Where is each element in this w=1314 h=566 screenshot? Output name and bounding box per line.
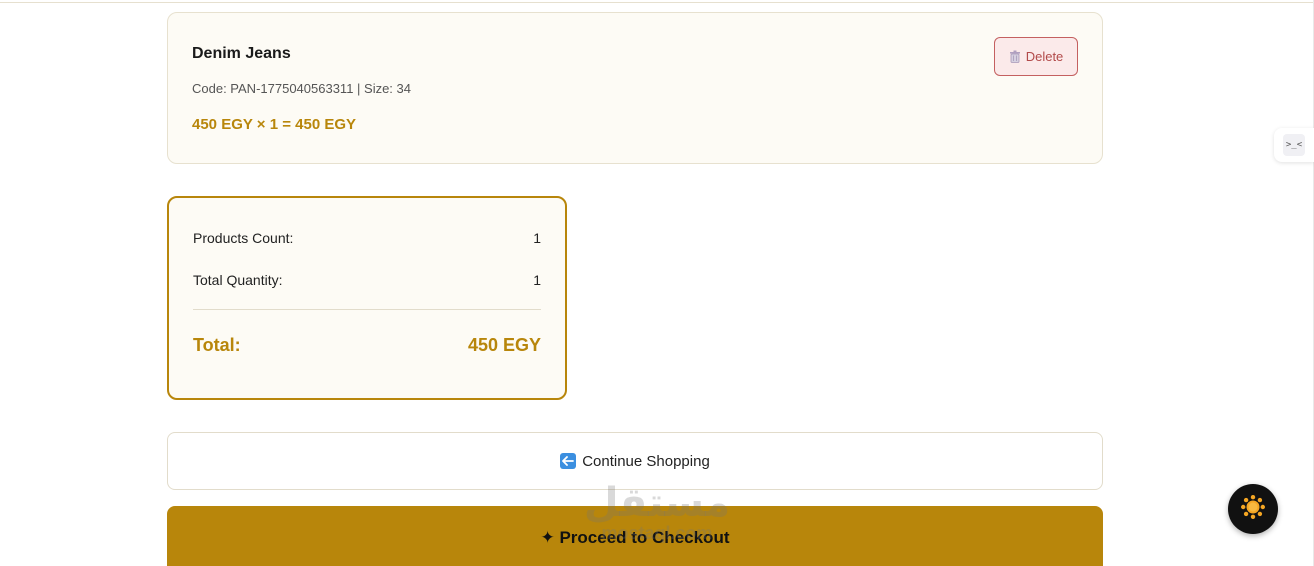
extension-icon: >_<: [1283, 134, 1305, 156]
left-arrow-icon: [560, 453, 577, 469]
product-price-line: 450 EGY × 1 = 450 EGY: [192, 116, 357, 133]
total-label: Total:: [193, 335, 241, 355]
top-divider: [0, 0, 1314, 3]
summary-row-products-count: Products Count: 1: [193, 230, 541, 246]
product-name: Denim Jeans: [192, 45, 291, 62]
order-summary-card: Products Count: 1 Total Quantity: 1 Tota…: [167, 196, 567, 400]
theme-toggle-button[interactable]: [1228, 484, 1278, 534]
product-code-size: Code: PAN-1775040563311 | Size: 34: [192, 81, 411, 96]
cart-item-card: Denim Jeans Code: PAN-1775040563311 | Si…: [167, 12, 1103, 164]
side-extension-tab[interactable]: >_<: [1274, 128, 1314, 162]
proceed-to-checkout-button[interactable]: ✦ Proceed to Checkout: [167, 506, 1103, 566]
summary-divider: [193, 309, 541, 310]
products-count-value: 1: [533, 230, 541, 246]
trash-icon: [1009, 50, 1021, 63]
summary-row-total-quantity: Total Quantity: 1: [193, 272, 541, 288]
checkout-label: ✦ Proceed to Checkout: [540, 528, 730, 547]
sun-icon: [1240, 494, 1266, 525]
delete-button[interactable]: Delete: [994, 37, 1078, 76]
total-quantity-value: 1: [533, 272, 541, 288]
summary-total-row: Total: 450 EGY: [193, 335, 541, 356]
delete-button-label: Delete: [1025, 49, 1064, 64]
continue-shopping-button[interactable]: Continue Shopping: [167, 432, 1103, 490]
total-quantity-label: Total Quantity:: [193, 272, 283, 288]
total-value: 450 EGY: [467, 335, 541, 355]
products-count-label: Products Count:: [193, 230, 294, 246]
continue-shopping-label: Continue Shopping: [582, 452, 710, 470]
